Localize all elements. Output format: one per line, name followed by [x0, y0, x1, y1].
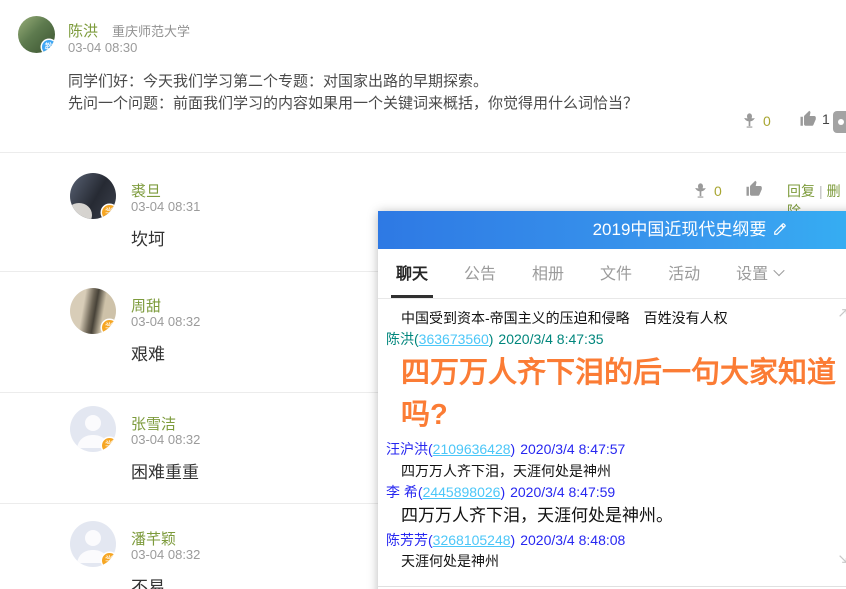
- scroll-arrow-icon[interactable]: [838, 551, 846, 569]
- thumbs-up-icon: [745, 180, 763, 198]
- qq-number-link[interactable]: 3268105248: [428, 532, 515, 548]
- sender-name: 陈芳芳: [386, 532, 428, 548]
- chat-input-divider: [378, 586, 846, 587]
- post-time: 03-04 08:30: [68, 40, 137, 55]
- edit-title-icon[interactable]: [773, 212, 787, 250]
- reply-time: 03-04 08:31: [131, 199, 200, 214]
- student-avatar[interactable]: 学: [70, 406, 116, 452]
- qq-number-link[interactable]: 363673560: [414, 331, 493, 347]
- chat-message-text: 中国受到资本-帝国主义的压迫和侵略 百姓没有人权: [401, 309, 846, 327]
- flower-count: 0: [763, 113, 771, 129]
- student-badge: 学: [102, 438, 116, 452]
- reply-text: 艰难: [131, 340, 165, 365]
- chat-message-text: 天涯何处是神州: [401, 552, 846, 570]
- chat-message-text: 四万万人齐下泪，天涯何处是神州。: [401, 505, 846, 527]
- qq-number-link[interactable]: 2445898026: [418, 484, 505, 500]
- post-text-line: 同学们好：今天我们学习第二个专题：对国家出路的早期探索。: [68, 70, 488, 91]
- student-name: 潘芊颖: [131, 528, 176, 549]
- tab-chat[interactable]: 聊天: [391, 249, 433, 298]
- sender-name: 陈洪: [386, 331, 414, 347]
- student-badge: 学: [102, 205, 116, 219]
- teacher-avatar[interactable]: 教: [18, 16, 55, 53]
- message-time: 2020/3/4 8:47:57: [520, 441, 625, 457]
- window-titlebar[interactable]: 2019中国近现代史纲要: [378, 211, 846, 249]
- chat-message-sender: 陈洪363673560 2020/3/4 8:47:35: [386, 330, 846, 348]
- comment-button-partial[interactable]: [833, 111, 846, 133]
- student-badge: 学: [102, 553, 116, 567]
- tab-announcements[interactable]: 公告: [459, 249, 501, 298]
- flower-button[interactable]: 0: [692, 182, 722, 199]
- teacher-badge: 教: [42, 40, 55, 53]
- tab-settings[interactable]: 设置: [731, 249, 788, 298]
- like-count: 1: [822, 111, 830, 127]
- teacher-name: 陈洪: [68, 23, 98, 40]
- chat-message-sender: 汪沪洪2109636428 2020/3/4 8:47:57: [386, 440, 846, 458]
- flower-button[interactable]: 0: [741, 112, 771, 129]
- like-button[interactable]: [745, 180, 763, 198]
- scroll-arrow-icon[interactable]: [838, 305, 846, 323]
- qq-group-window: 2019中国近现代史纲要 聊天 公告 相册 文件 活动 设置 中国受到资本-帝国…: [378, 211, 846, 589]
- post-text-line: 先问一个问题：前面我们学习的内容如果用一个关键词来概括，你觉得用什么词恰当？: [68, 92, 638, 113]
- chat-message-sender: 陈芳芳3268105248 2020/3/4 8:48:08: [386, 531, 846, 549]
- teacher-org: 重庆师范大学: [112, 24, 190, 39]
- student-avatar[interactable]: 学: [70, 288, 116, 334]
- reply-time: 03-04 08:32: [131, 314, 200, 329]
- window-title: 2019中国近现代史纲要: [378, 211, 846, 250]
- student-avatar[interactable]: 学: [70, 173, 116, 219]
- divider: [0, 152, 846, 153]
- chevron-down-icon: [773, 265, 784, 276]
- tab-albums[interactable]: 相册: [527, 249, 569, 298]
- chat-message-sender: 李 希2445898026 2020/3/4 8:47:59: [386, 483, 846, 501]
- action-separator: |: [819, 183, 823, 199]
- student-badge: 学: [102, 320, 116, 334]
- reply-time: 03-04 08:32: [131, 547, 200, 562]
- flower-count: 0: [714, 183, 722, 199]
- flower-icon: [741, 112, 758, 129]
- qq-number-link[interactable]: 2109636428: [428, 441, 515, 457]
- message-time: 2020/3/4 8:47:35: [498, 331, 603, 347]
- like-button[interactable]: 1: [799, 110, 830, 128]
- window-tabbar: 聊天 公告 相册 文件 活动 设置: [378, 249, 846, 299]
- tab-activities[interactable]: 活动: [663, 249, 705, 298]
- chat-message-text: 四万万人齐下泪，天涯何处是神州: [401, 462, 846, 480]
- student-name: 周甜: [131, 295, 161, 316]
- flower-icon: [692, 182, 709, 199]
- tab-files[interactable]: 文件: [595, 249, 637, 298]
- message-time: 2020/3/4 8:47:59: [510, 484, 615, 500]
- sender-name: 李 希: [386, 484, 418, 500]
- reply-text: 坎坷: [131, 225, 165, 250]
- screen: 教 陈洪重庆师范大学 03-04 08:30 同学们好：今天我们学习第二个专题：…: [0, 0, 846, 589]
- student-name: 张雪洁: [131, 413, 176, 434]
- student-name: 裘旦: [131, 180, 161, 201]
- chat-message-list[interactable]: 中国受到资本-帝国主义的压迫和侵略 百姓没有人权 陈洪363673560 2020…: [378, 300, 846, 587]
- sender-name: 汪沪洪: [386, 441, 428, 457]
- message-time: 2020/3/4 8:48:08: [520, 532, 625, 548]
- reply-text: 困难重重: [131, 458, 199, 483]
- thumbs-up-icon: [799, 110, 817, 128]
- reply-link[interactable]: 回复: [787, 183, 815, 199]
- reply-text: 不易: [131, 573, 165, 589]
- student-avatar[interactable]: 学: [70, 521, 116, 567]
- chat-message-highlighted: 四万万人齐下泪的后一句大家知道吗?: [401, 352, 846, 436]
- reply-time: 03-04 08:32: [131, 432, 200, 447]
